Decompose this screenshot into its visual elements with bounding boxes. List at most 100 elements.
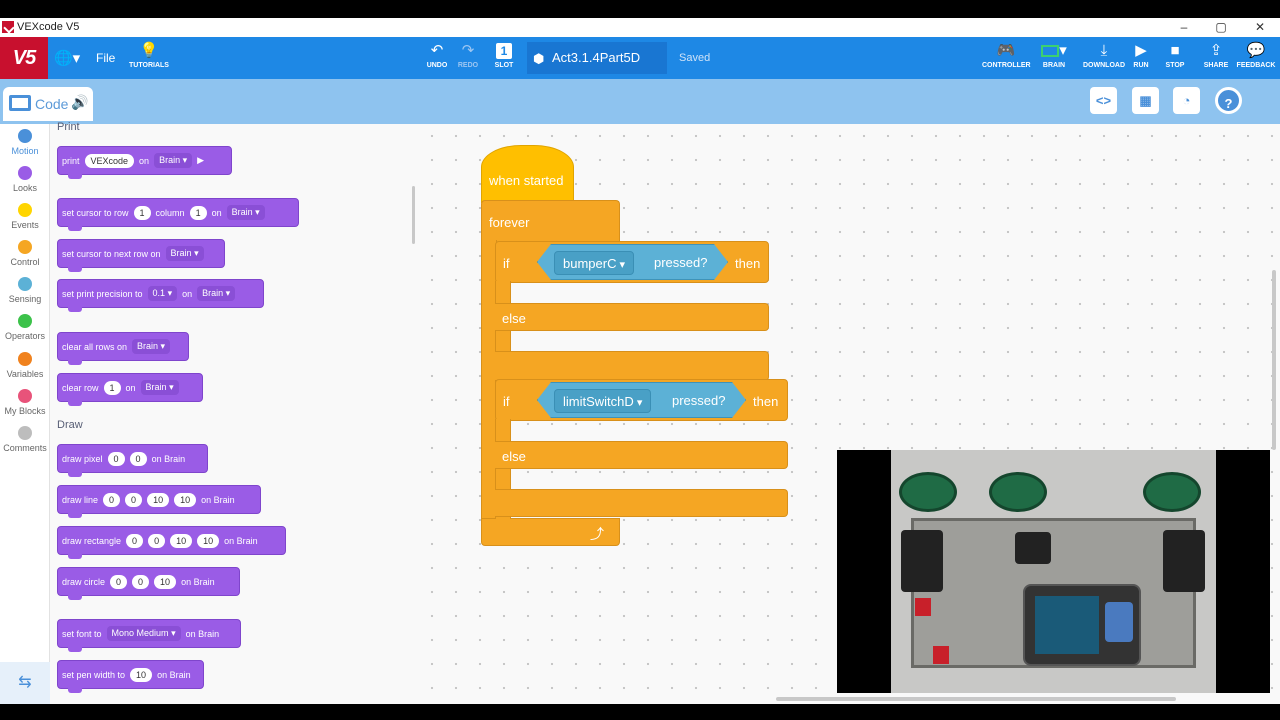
- x-input[interactable]: 0: [110, 574, 128, 589]
- x1-input[interactable]: 0: [103, 492, 121, 507]
- devices-icon[interactable]: ▦: [1132, 87, 1159, 114]
- controller-button[interactable]: 🎮 CONTROLLER: [982, 37, 1031, 79]
- maximize-button[interactable]: ▢: [1211, 20, 1231, 35]
- collapse-palette-icon[interactable]: ⇆: [0, 662, 50, 704]
- font-dropdown[interactable]: Mono Medium: [106, 626, 181, 641]
- brain-dropdown[interactable]: Brain: [132, 339, 171, 354]
- download-button[interactable]: ⤓ DOWNLOAD: [1082, 37, 1126, 79]
- pen-width-block[interactable]: set pen width to 10 on Brain: [57, 660, 204, 693]
- y1-input[interactable]: 0: [125, 492, 143, 507]
- blocks-icon: [9, 95, 31, 111]
- workspace-vertical-scrollbar[interactable]: [1272, 270, 1276, 450]
- help-icon[interactable]: ?: [1215, 87, 1242, 114]
- limit-switch-pressed-block[interactable]: limitSwitchD pressed?: [537, 382, 746, 418]
- text-input[interactable]: VEXcode: [84, 153, 135, 168]
- undo-button[interactable]: ↶ UNDO: [423, 37, 451, 79]
- block-palette: Print printVEXcodeonBrain▶ set cursor to…: [50, 121, 420, 704]
- x2-input[interactable]: 10: [147, 492, 170, 507]
- forever-block-footer: ⤴: [481, 518, 620, 546]
- draw-pixel-block[interactable]: draw pixel 0 0 on Brain: [57, 444, 208, 477]
- print-section-header: Print: [57, 121, 80, 133]
- category-my-blocks[interactable]: My Blocks: [0, 389, 50, 416]
- category-dot: [18, 389, 32, 403]
- set-cursor-block[interactable]: set cursor to row 1 column 1 on Brain: [57, 198, 299, 231]
- feedback-button[interactable]: 💬 FEEDBACK: [1236, 37, 1276, 79]
- category-motion[interactable]: Motion: [0, 129, 50, 156]
- pen-width-input[interactable]: 10: [130, 667, 153, 682]
- window-titlebar: VEXcode V5 – ▢ ✕: [0, 18, 1280, 37]
- redo-button[interactable]: ↷ REDO: [455, 37, 481, 79]
- draw-circle-block[interactable]: draw circle 0 0 10 on Brain: [57, 567, 240, 600]
- draw-line-block[interactable]: draw line 0 0 10 10 on Brain: [57, 485, 261, 518]
- brain-dropdown[interactable]: Brain: [154, 153, 193, 168]
- print-block[interactable]: printVEXcodeonBrain▶: [57, 146, 232, 179]
- expand-arrow-icon[interactable]: ▶: [197, 155, 204, 166]
- redo-icon: ↷: [461, 42, 475, 59]
- save-status: Saved: [679, 52, 711, 64]
- category-looks[interactable]: Looks: [0, 166, 50, 193]
- play-icon: ▶: [1135, 42, 1147, 59]
- minimize-button[interactable]: –: [1174, 20, 1194, 35]
- run-button[interactable]: ▶ RUN: [1130, 37, 1152, 79]
- omni-wheel: [899, 472, 957, 512]
- dashboard-gauge-icon[interactable]: ◔: [1173, 87, 1200, 114]
- feedback-chat-icon: 💬: [1246, 42, 1266, 59]
- draw-rectangle-block[interactable]: draw rectangle 0 0 10 10 on Brain: [57, 526, 286, 559]
- palette-scrollbar[interactable]: [412, 186, 415, 244]
- code-viewer-icon[interactable]: <>: [1090, 87, 1117, 114]
- column-input[interactable]: 1: [189, 205, 207, 220]
- limit-switch: [933, 646, 949, 664]
- share-icon: ⇪: [1209, 42, 1223, 59]
- speaker-icon[interactable]: 🔊: [71, 94, 88, 111]
- precision-dropdown[interactable]: 0.1: [147, 286, 178, 301]
- slot-button[interactable]: 1 SLOT: [491, 37, 517, 79]
- file-menu[interactable]: File: [96, 51, 115, 65]
- category-control[interactable]: Control: [0, 240, 50, 267]
- omni-wheel: [989, 472, 1047, 512]
- brain-dropdown[interactable]: Brain: [140, 380, 179, 395]
- next-row-block[interactable]: set cursor to next row on Brain: [57, 239, 225, 272]
- brain-dropdown[interactable]: Brain: [197, 286, 236, 301]
- code-tab[interactable]: Code 🔊: [3, 87, 93, 121]
- clear-all-rows-block[interactable]: clear all rows on Brain: [57, 332, 189, 365]
- share-button[interactable]: ⇪ SHARE: [1202, 37, 1230, 79]
- v5-logo: V5: [0, 37, 48, 79]
- category-events[interactable]: Events: [0, 203, 50, 230]
- when-started-block[interactable]: when started: [481, 145, 574, 203]
- language-globe-icon[interactable]: 🌐▾: [54, 49, 80, 67]
- project-name-field[interactable]: ⬢ Act3.1.4Part5D: [527, 42, 667, 74]
- x-input[interactable]: 0: [107, 451, 125, 466]
- stop-button[interactable]: ■ STOP: [1162, 37, 1188, 79]
- x-input[interactable]: 0: [126, 533, 144, 548]
- workspace-horizontal-scrollbar[interactable]: [776, 697, 1176, 701]
- category-comments[interactable]: Comments: [0, 426, 50, 453]
- y-input[interactable]: 0: [129, 451, 147, 466]
- y-input[interactable]: 0: [148, 533, 166, 548]
- category-variables[interactable]: Variables: [0, 352, 50, 379]
- bumper-sensor-dropdown[interactable]: bumperC: [554, 251, 634, 275]
- brain-button[interactable]: ▾ BRAIN: [1034, 37, 1074, 79]
- forever-block[interactable]: forever: [481, 200, 620, 242]
- height-input[interactable]: 10: [197, 533, 220, 548]
- print-precision-block[interactable]: set print precision to0.1onBrain: [57, 279, 264, 312]
- category-sensing[interactable]: Sensing: [0, 277, 50, 304]
- y2-input[interactable]: 10: [174, 492, 197, 507]
- brain-screen-icon: ▾: [1034, 43, 1074, 59]
- width-input[interactable]: 10: [170, 533, 193, 548]
- radius-input[interactable]: 10: [154, 574, 177, 589]
- row-input[interactable]: 1: [103, 380, 121, 395]
- set-font-block[interactable]: set font toMono Mediumon Brain: [57, 619, 241, 652]
- motor: [1163, 530, 1205, 592]
- category-operators[interactable]: Operators: [0, 314, 50, 341]
- brain-dropdown[interactable]: Brain: [165, 246, 204, 261]
- y-input[interactable]: 0: [132, 574, 150, 589]
- tutorials-button[interactable]: 💡 TUTORIALS: [128, 37, 170, 79]
- row-input[interactable]: 1: [133, 205, 151, 220]
- else-row-2: else: [495, 441, 788, 469]
- hexagon-icon: ⬢: [533, 51, 545, 66]
- close-window-button[interactable]: ✕: [1250, 20, 1270, 35]
- brain-dropdown[interactable]: Brain: [226, 205, 265, 220]
- limit-switch-dropdown[interactable]: limitSwitchD: [554, 389, 651, 413]
- bumper-pressed-block[interactable]: bumperC pressed?: [537, 244, 728, 280]
- clear-row-block[interactable]: clear row 1 on Brain: [57, 373, 203, 406]
